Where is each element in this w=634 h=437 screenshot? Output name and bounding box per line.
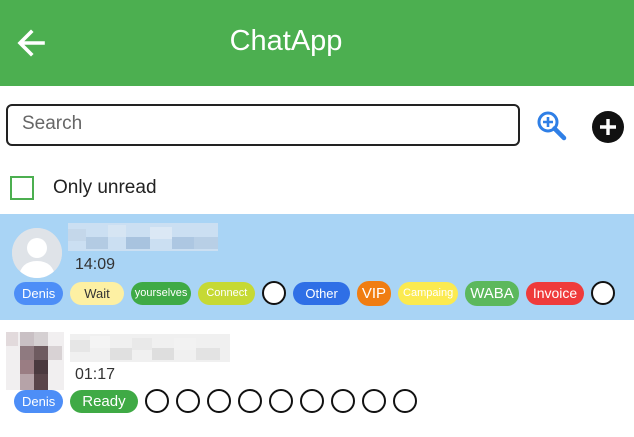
chat-list-item[interactable]: 01:17 Denis Ready (0, 322, 634, 430)
tag-waba[interactable]: WABA (465, 280, 519, 306)
tag-list: Denis Wait yourselves Connect Other VIP … (14, 280, 622, 306)
search-field (6, 104, 520, 146)
empty-tag-slot[interactable] (361, 389, 386, 413)
contact-name-redacted (70, 334, 230, 362)
avatar (12, 228, 62, 278)
search-input[interactable] (8, 106, 502, 142)
empty-tag-slot[interactable] (330, 389, 355, 413)
app-bar: ChatApp (0, 0, 634, 86)
zoom-in-icon[interactable] (535, 109, 567, 141)
avatar (6, 332, 64, 390)
add-chat-icon[interactable] (591, 110, 625, 144)
empty-tag-slot[interactable] (262, 281, 287, 305)
empty-tag-slot[interactable] (206, 389, 231, 413)
app-title: ChatApp (229, 25, 343, 57)
tag-invoice[interactable]: Invoice (525, 281, 585, 305)
empty-tag-slot[interactable] (591, 281, 616, 305)
empty-tag-slot[interactable] (392, 389, 417, 413)
person-placeholder-icon (12, 228, 62, 278)
tag-vip[interactable]: VIP (356, 280, 392, 306)
tag-denis[interactable]: Denis (14, 389, 64, 413)
only-unread-checkbox[interactable] (10, 176, 34, 200)
only-unread-label: Only unread (53, 177, 157, 198)
tag-yourselves[interactable]: yourselves (130, 281, 192, 305)
tag-other[interactable]: Other (293, 281, 350, 305)
empty-tag-slot[interactable] (144, 389, 169, 413)
tag-ready[interactable]: Ready (70, 389, 138, 413)
empty-tag-slot[interactable] (268, 389, 293, 413)
tag-campaing[interactable]: Campaing (398, 281, 459, 305)
tag-list: Denis Ready (14, 388, 424, 414)
message-time: 14:09 (75, 256, 116, 273)
empty-tag-slot[interactable] (299, 389, 324, 413)
tag-connect[interactable]: Connect (198, 281, 256, 305)
empty-tag-slot[interactable] (237, 389, 262, 413)
empty-tag-slot[interactable] (175, 389, 200, 413)
chat-list-item[interactable]: 14:09 Denis Wait yourselves Connect Othe… (0, 214, 634, 320)
tag-wait[interactable]: Wait (70, 281, 124, 305)
message-time: 01:17 (75, 366, 116, 383)
contact-name-redacted (68, 223, 218, 251)
tag-denis[interactable]: Denis (14, 281, 64, 305)
